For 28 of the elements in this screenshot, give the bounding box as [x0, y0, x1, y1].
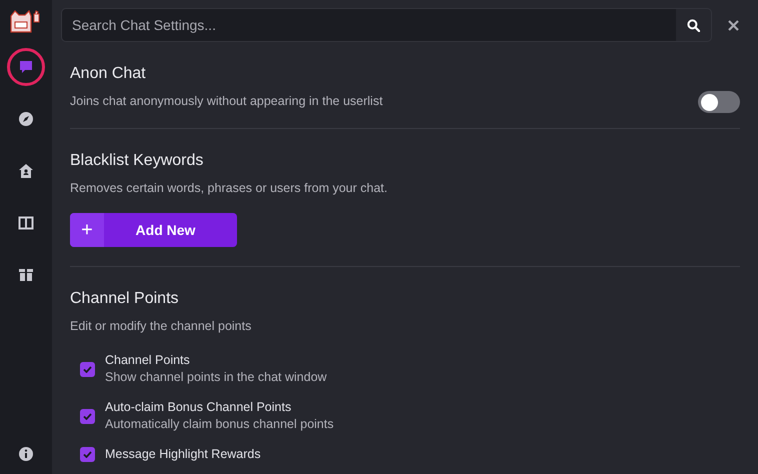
house-icon [18, 163, 34, 179]
option-description: Automatically claim bonus channel points [105, 416, 334, 433]
info-icon[interactable] [18, 446, 34, 462]
checkbox[interactable] [80, 408, 95, 424]
checkbox[interactable] [80, 447, 95, 462]
option-description: Show channel points in the chat window [105, 369, 327, 386]
section-description: Removes certain words, phrases or users from your chat. [70, 180, 388, 196]
toggle-switch[interactable] [698, 91, 740, 113]
check-icon [83, 412, 92, 420]
checkbox[interactable] [80, 362, 95, 376]
option-label: Auto-claim Bonus Channel Points [105, 399, 292, 416]
section-title: Channel Points [70, 289, 180, 309]
section-description: Joins chat anonymously without appearing in the userlist [70, 93, 383, 109]
compass-icon [18, 111, 34, 127]
close-button[interactable] [726, 18, 740, 32]
section-title: Anon Chat [70, 64, 147, 84]
option-label: Channel Points [105, 352, 191, 369]
close-icon [728, 20, 738, 30]
box-icon [18, 267, 34, 283]
option-label: Message Highlight Rewards [105, 446, 261, 463]
section-description: Edit or modify the channel points [70, 318, 252, 334]
plus-icon: + [70, 213, 104, 247]
check-icon [83, 366, 92, 372]
columns-icon [18, 215, 34, 231]
add-new-button[interactable]: + Add New [70, 213, 237, 247]
check-icon [83, 451, 92, 458]
chat-bubble-icon [18, 59, 34, 75]
section-title: Blacklist Keywords [70, 151, 204, 171]
